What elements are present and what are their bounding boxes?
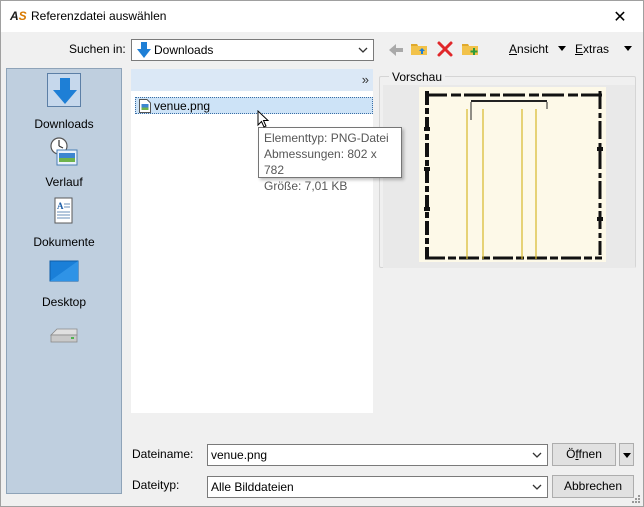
file-list-header: »	[131, 69, 373, 91]
filename-combobox[interactable]: venue.png	[207, 444, 548, 466]
look-in-value: Downloads	[154, 43, 214, 57]
open-button[interactable]: Öffnen	[552, 443, 616, 466]
tools-dropdown-icon[interactable]	[624, 46, 632, 51]
look-in-combobox[interactable]: Downloads	[131, 39, 374, 61]
view-dropdown-icon[interactable]	[558, 46, 566, 51]
close-button[interactable]: ✕	[597, 1, 643, 32]
file-name: venue.png	[154, 99, 211, 113]
place-label: Verlauf	[45, 175, 83, 189]
delete-icon[interactable]	[436, 40, 454, 58]
preview-image	[419, 87, 606, 262]
preview-label: Vorschau	[389, 70, 446, 84]
desktop-icon	[47, 255, 81, 289]
folder-up-icon[interactable]	[410, 39, 428, 57]
new-folder-icon[interactable]	[461, 39, 479, 57]
resize-grip-icon[interactable]	[631, 494, 641, 504]
expand-chevron-icon[interactable]: »	[362, 72, 369, 87]
place-label: Downloads	[34, 117, 94, 131]
filename-input[interactable]: venue.png	[211, 448, 267, 462]
title-bar: AS Referenzdatei auswählen ✕	[1, 1, 643, 32]
places-bar: Downloads Verlauf A Dokumente Desktop	[6, 68, 122, 494]
mouse-cursor-icon	[257, 110, 270, 128]
downloads-folder-icon	[137, 42, 151, 58]
documents-icon: A	[47, 195, 81, 229]
tooltip-type: Elementtyp: PNG-Datei	[264, 131, 389, 145]
file-list[interactable]: » venue.png	[131, 69, 373, 413]
filetype-label: Dateityp:	[132, 478, 180, 492]
look-in-label: Suchen in:	[69, 42, 126, 56]
tooltip-dimensions: Abmessungen: 802 x 782	[264, 147, 377, 177]
chevron-down-icon	[358, 47, 368, 53]
tooltip-size: Größe: 7,01 KB	[264, 179, 348, 193]
place-label: Desktop	[41, 295, 87, 309]
app-logo-icon: AS	[10, 9, 27, 23]
filetype-combobox[interactable]: Alle Bilddateien	[207, 476, 548, 498]
open-options-dropdown-icon	[623, 453, 631, 458]
drive-icon	[47, 317, 81, 351]
view-menu-button[interactable]: Ansicht	[509, 42, 548, 56]
place-label: Dokumente	[33, 235, 95, 249]
file-dialog-window: AS Referenzdatei auswählen ✕ Suchen in: …	[0, 0, 644, 507]
filetype-value: Alle Bilddateien	[211, 480, 294, 494]
chevron-down-icon	[532, 452, 542, 458]
tools-menu-button[interactable]: Extras	[575, 42, 609, 56]
history-clock-icon	[47, 135, 81, 169]
filename-label: Dateiname:	[132, 447, 194, 461]
cancel-button[interactable]: Abbrechen	[552, 475, 634, 498]
open-options-button[interactable]	[619, 443, 634, 466]
chevron-down-icon	[532, 484, 542, 490]
back-arrow-icon[interactable]	[387, 41, 405, 59]
window-title: Referenzdatei auswählen	[31, 9, 167, 23]
svg-text:A: A	[57, 201, 64, 211]
file-item[interactable]: venue.png	[135, 97, 373, 114]
downloads-arrow-icon	[47, 73, 81, 107]
png-file-icon	[139, 99, 151, 113]
file-info-tooltip: Elementtyp: PNG-Datei Abmessungen: 802 x…	[258, 127, 402, 193]
